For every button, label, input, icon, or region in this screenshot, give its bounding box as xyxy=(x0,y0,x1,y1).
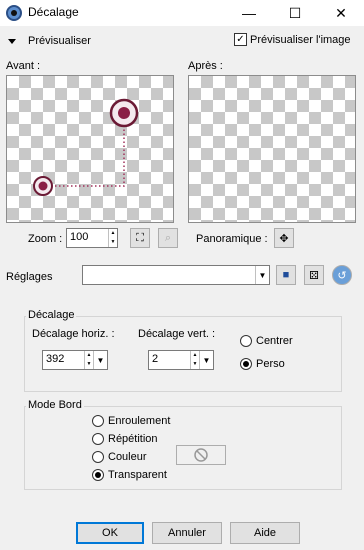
magnifier-icon: ⌕ xyxy=(164,231,172,244)
radio-repeat-label: Répétition xyxy=(108,433,158,445)
offset-diagram xyxy=(33,98,139,196)
preview-toggle[interactable]: Prévisualiser xyxy=(8,35,91,47)
presets-value xyxy=(83,266,255,284)
presets-label: Réglages xyxy=(6,271,53,283)
close-button[interactable]: ✕ xyxy=(318,0,364,26)
checkmark-icon: ✓ xyxy=(234,33,247,46)
maximize-button[interactable]: ☐ xyxy=(272,0,318,26)
radio-wrap-label: Enroulement xyxy=(108,415,171,427)
offset-target-dot xyxy=(118,107,130,119)
offset-group-title: Décalage xyxy=(26,309,77,321)
radio-repeat[interactable]: Répétition xyxy=(92,433,158,445)
help-button[interactable]: Aide xyxy=(230,522,300,544)
dice-icon: ⚄ xyxy=(309,269,319,282)
radio-custom[interactable]: Perso xyxy=(240,358,285,370)
save-preset-button[interactable]: ■ xyxy=(276,265,296,285)
zoom-label: Zoom : xyxy=(28,233,63,245)
app-icon xyxy=(6,5,22,21)
zoom-reset-button[interactable]: ⌕ xyxy=(158,228,178,248)
chevron-down-icon[interactable]: ▼ xyxy=(93,351,107,369)
cancel-button[interactable]: Annuler xyxy=(152,522,222,544)
vert-offset-value[interactable]: 2 xyxy=(149,351,190,369)
zoom-fit-button[interactable]: ⛶ xyxy=(130,228,150,248)
horiz-offset-stepper[interactable]: 392 ▲ ▼ ▼ xyxy=(42,350,108,370)
save-icon: ■ xyxy=(282,269,290,281)
pan-label: Panoramique : xyxy=(196,233,268,245)
color-swatch-button[interactable] xyxy=(176,445,226,465)
preview-image-checkbox[interactable]: ✓ Prévisualiser l'image xyxy=(234,33,351,46)
spin-down-icon[interactable]: ▼ xyxy=(191,360,199,369)
move-arrows-icon: ✥ xyxy=(279,232,289,245)
offset-origin-dot xyxy=(38,181,48,191)
zoom-stepper[interactable]: 100 ▲ ▼ xyxy=(66,228,118,248)
spin-down-icon[interactable]: ▼ xyxy=(85,360,93,369)
radio-center-label: Centrer xyxy=(256,335,293,347)
disabled-circle-icon xyxy=(194,448,208,462)
radio-center-dot xyxy=(240,335,252,347)
radio-center[interactable]: Centrer xyxy=(240,335,293,347)
radio-wrap[interactable]: Enroulement xyxy=(92,415,170,427)
edge-mode-group-title: Mode Bord xyxy=(26,399,84,411)
spin-up-icon[interactable]: ▲ xyxy=(191,351,199,360)
after-preview-panel xyxy=(188,75,356,223)
ok-button[interactable]: OK xyxy=(76,522,144,544)
radio-custom-label: Perso xyxy=(256,358,285,370)
vert-offset-label: Décalage vert. : xyxy=(138,328,216,340)
title-bar: Décalage — ☐ ✕ xyxy=(0,0,364,26)
radio-transparent[interactable]: Transparent xyxy=(92,469,167,481)
preview-image-label: Prévisualiser l'image xyxy=(250,33,351,46)
spin-up-icon[interactable]: ▲ xyxy=(109,229,117,238)
radio-color-label: Couleur xyxy=(108,451,147,463)
radio-wrap-dot xyxy=(92,415,104,427)
before-label: Avant : xyxy=(6,60,41,72)
radio-custom-dot xyxy=(240,358,252,370)
spin-down-icon[interactable]: ▼ xyxy=(109,238,117,247)
vert-offset-stepper[interactable]: 2 ▲ ▼ ▼ xyxy=(148,350,214,370)
horiz-offset-value[interactable]: 392 xyxy=(43,351,84,369)
radio-repeat-dot xyxy=(92,433,104,445)
radio-color-dot xyxy=(92,451,104,463)
collapse-triangle-icon xyxy=(8,38,16,44)
reset-preset-button[interactable]: ↺ xyxy=(332,265,352,285)
presets-dropdown[interactable]: ▼ xyxy=(82,265,270,285)
offset-path-line xyxy=(43,122,125,187)
chevron-down-icon[interactable]: ▼ xyxy=(255,266,269,284)
minimize-button[interactable]: — xyxy=(226,0,272,26)
preview-toggle-label: Prévisualiser xyxy=(28,35,91,47)
horiz-offset-label: Décalage horiz. : xyxy=(32,328,115,340)
chevron-down-icon[interactable]: ▼ xyxy=(199,351,213,369)
spin-up-icon[interactable]: ▲ xyxy=(85,351,93,360)
fit-window-icon: ⛶ xyxy=(136,231,144,244)
radio-color[interactable]: Couleur xyxy=(92,451,147,463)
pan-button[interactable]: ✥ xyxy=(274,228,294,248)
radio-transparent-label: Transparent xyxy=(108,469,167,481)
radio-transparent-dot xyxy=(92,469,104,481)
after-label: Après : xyxy=(188,60,223,72)
reset-arrow-icon: ↺ xyxy=(337,269,347,282)
zoom-value[interactable]: 100 xyxy=(67,229,108,247)
random-preset-button[interactable]: ⚄ xyxy=(304,265,324,285)
window-title: Décalage xyxy=(28,5,79,19)
before-preview-panel[interactable] xyxy=(6,75,174,223)
